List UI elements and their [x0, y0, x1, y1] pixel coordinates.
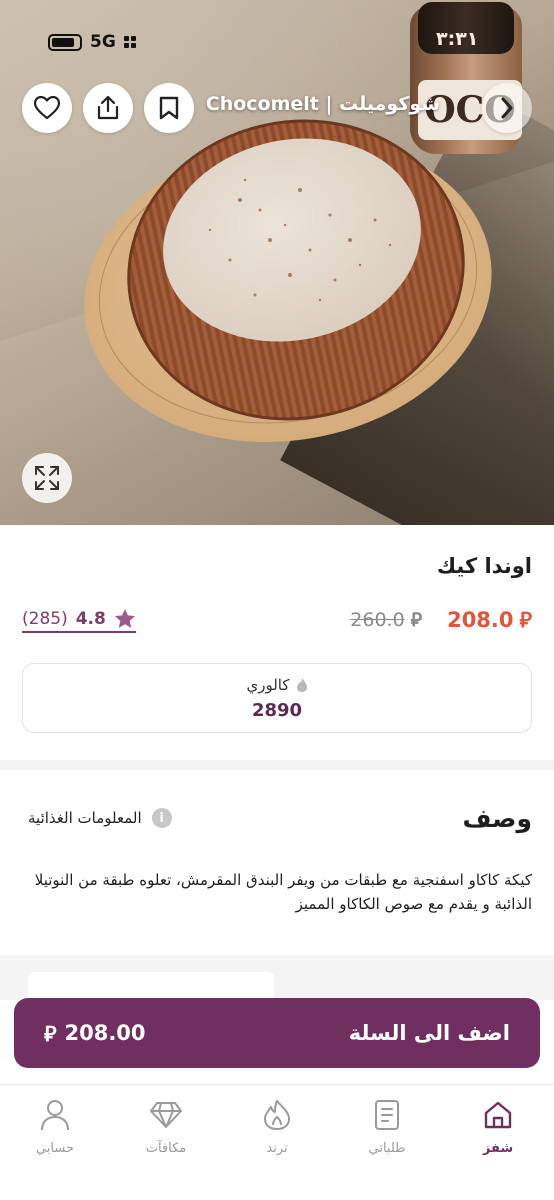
calories-label: كالوري — [246, 676, 290, 694]
nutrition-info-label: المعلومات الغذائية — [28, 809, 142, 827]
current-price: 208.0 ⃁ — [447, 606, 532, 633]
nutrition-info-link[interactable]: i المعلومات الغذائية — [28, 808, 172, 828]
nav-item-orders[interactable]: طلباتي — [347, 1097, 427, 1156]
signal-icon — [123, 36, 136, 48]
add-to-cart-label: اضف الى السلة — [348, 1021, 510, 1045]
description-text: كيكة كاكاو اسفنجية مع طبقات من ويفر البن… — [34, 871, 532, 913]
star-icon — [114, 609, 135, 628]
flame-icon — [264, 1100, 290, 1130]
original-price-value: 260.0 — [350, 609, 405, 631]
diamond-icon — [150, 1102, 182, 1128]
price-row: 208.0 ⃁ 260.0 ⃁ (285) 4.8 — [22, 606, 532, 636]
battery-icon — [48, 33, 82, 51]
expand-icon — [35, 466, 59, 490]
status-time: ٣:٣١ — [436, 28, 479, 50]
bookmark-button[interactable] — [144, 83, 194, 133]
bottom-nav: حسابي مكافآت ترند طلباتي شفز — [0, 1084, 554, 1200]
rating-count: (285) — [22, 608, 68, 629]
add-to-cart-button[interactable]: ⃁ 208.00 اضف الى السلة — [14, 998, 540, 1068]
share-icon — [97, 95, 119, 120]
back-button[interactable] — [482, 83, 532, 133]
status-bar: 5G — [48, 30, 136, 54]
heart-icon — [34, 96, 60, 120]
cart-price: ⃁ 208.00 — [44, 1020, 146, 1047]
store-title: شوكوميلت | Chocomelt — [205, 93, 440, 115]
nav-item-rewards[interactable]: مكافآت — [126, 1097, 206, 1156]
nav-item-account[interactable]: حسابي — [15, 1097, 95, 1156]
calories-value: 2890 — [251, 700, 303, 721]
description-title: وصف — [462, 804, 532, 833]
rating-link[interactable]: (285) 4.8 — [22, 608, 136, 633]
nav-label-home: شفز — [482, 1141, 514, 1156]
user-icon — [41, 1100, 69, 1131]
product-name: اوندا كيك — [436, 554, 532, 578]
product-hero-image: OCO — [0, 0, 554, 525]
flame-small-icon — [296, 678, 307, 692]
nav-label-account: حسابي — [35, 1141, 75, 1156]
section-divider — [0, 760, 554, 770]
nav-label-trend: ترند — [266, 1141, 288, 1156]
bookmark-icon — [159, 96, 179, 120]
current-price-value: 208.0 — [447, 607, 514, 632]
expand-image-button[interactable] — [22, 453, 72, 503]
nav-item-home[interactable]: شفز — [458, 1097, 538, 1156]
riyal-symbol-old: ⃁ — [410, 609, 422, 631]
calories-box: كالوري 2890 — [22, 663, 532, 733]
original-price: 260.0 ⃁ — [350, 608, 422, 632]
back-chevron-icon — [501, 97, 513, 119]
riyal-symbol: ⃁ — [519, 608, 532, 632]
network-label: 5G — [90, 32, 116, 52]
nav-item-trend[interactable]: ترند — [237, 1097, 317, 1156]
share-button[interactable] — [83, 83, 133, 133]
riyal-symbol-cart: ⃁ — [44, 1021, 57, 1046]
cart-price-value: 208.00 — [64, 1021, 146, 1045]
calories-label-row: كالوري — [23, 676, 531, 694]
info-icon: i — [151, 808, 172, 828]
rating-value: 4.8 — [75, 608, 106, 629]
orders-icon — [375, 1100, 399, 1130]
nav-label-orders: طلباتي — [368, 1141, 406, 1156]
nav-label-rewards: مكافآت — [145, 1141, 187, 1156]
home-icon — [484, 1101, 512, 1129]
favorite-button[interactable] — [22, 83, 72, 133]
